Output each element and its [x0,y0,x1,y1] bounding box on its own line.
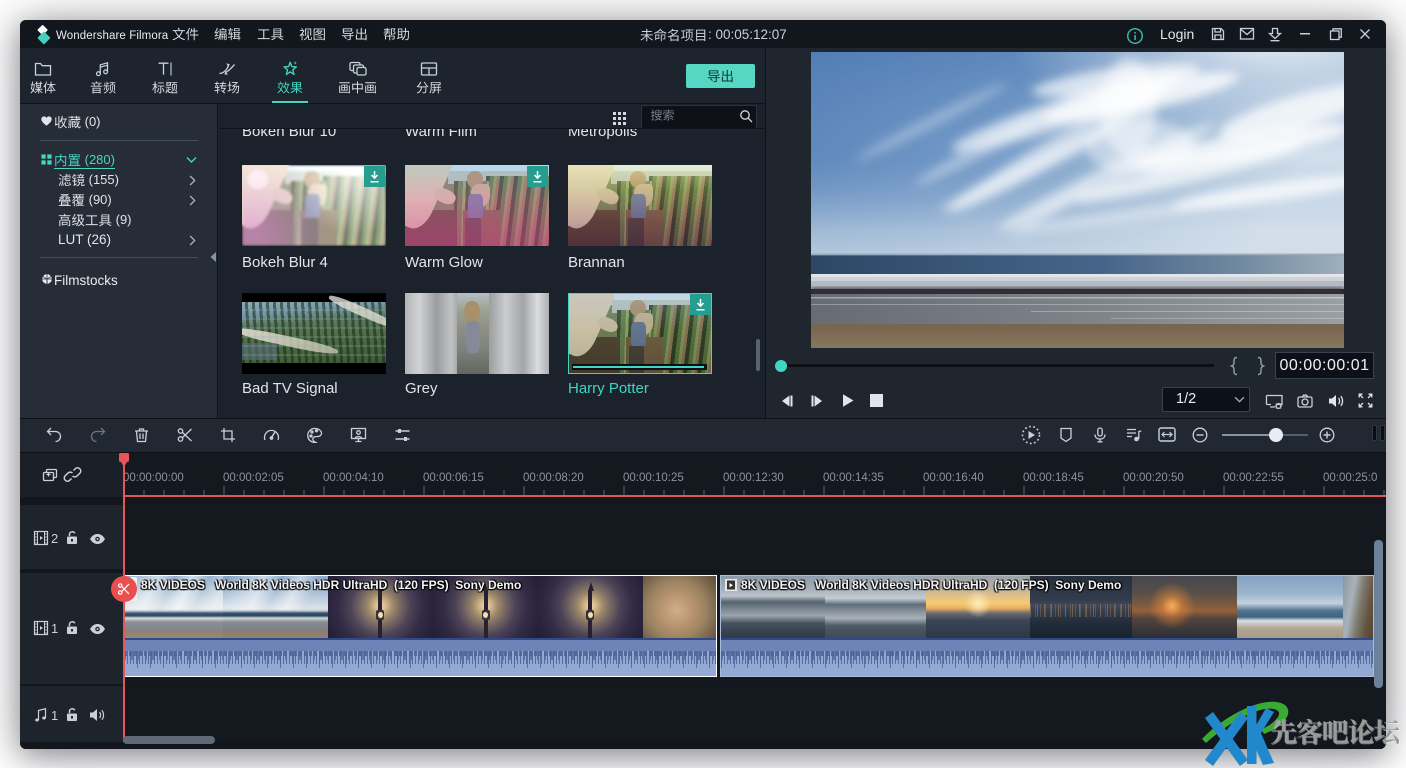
svg-text:00:00:14:35: 00:00:14:35 [823,472,884,484]
svg-text:00:00:04:10: 00:00:04:10 [323,472,384,484]
svg-text:00:00:20:50: 00:00:20:50 [1123,472,1184,484]
svg-text:00:00:10:25: 00:00:10:25 [623,472,684,484]
svg-text:00:00:22:55: 00:00:22:55 [1223,472,1284,484]
svg-text:00:00:25:0: 00:00:25:0 [1323,472,1377,484]
svg-text:00:00:08:20: 00:00:08:20 [523,472,584,484]
svg-text:00:00:18:45: 00:00:18:45 [1023,472,1084,484]
svg-text:00:00:16:40: 00:00:16:40 [923,472,984,484]
svg-text:00:00:00:00: 00:00:00:00 [123,472,184,484]
svg-text:00:00:02:05: 00:00:02:05 [223,472,284,484]
svg-text:00:00:12:30: 00:00:12:30 [723,472,784,484]
svg-text:00:00:06:15: 00:00:06:15 [423,472,484,484]
